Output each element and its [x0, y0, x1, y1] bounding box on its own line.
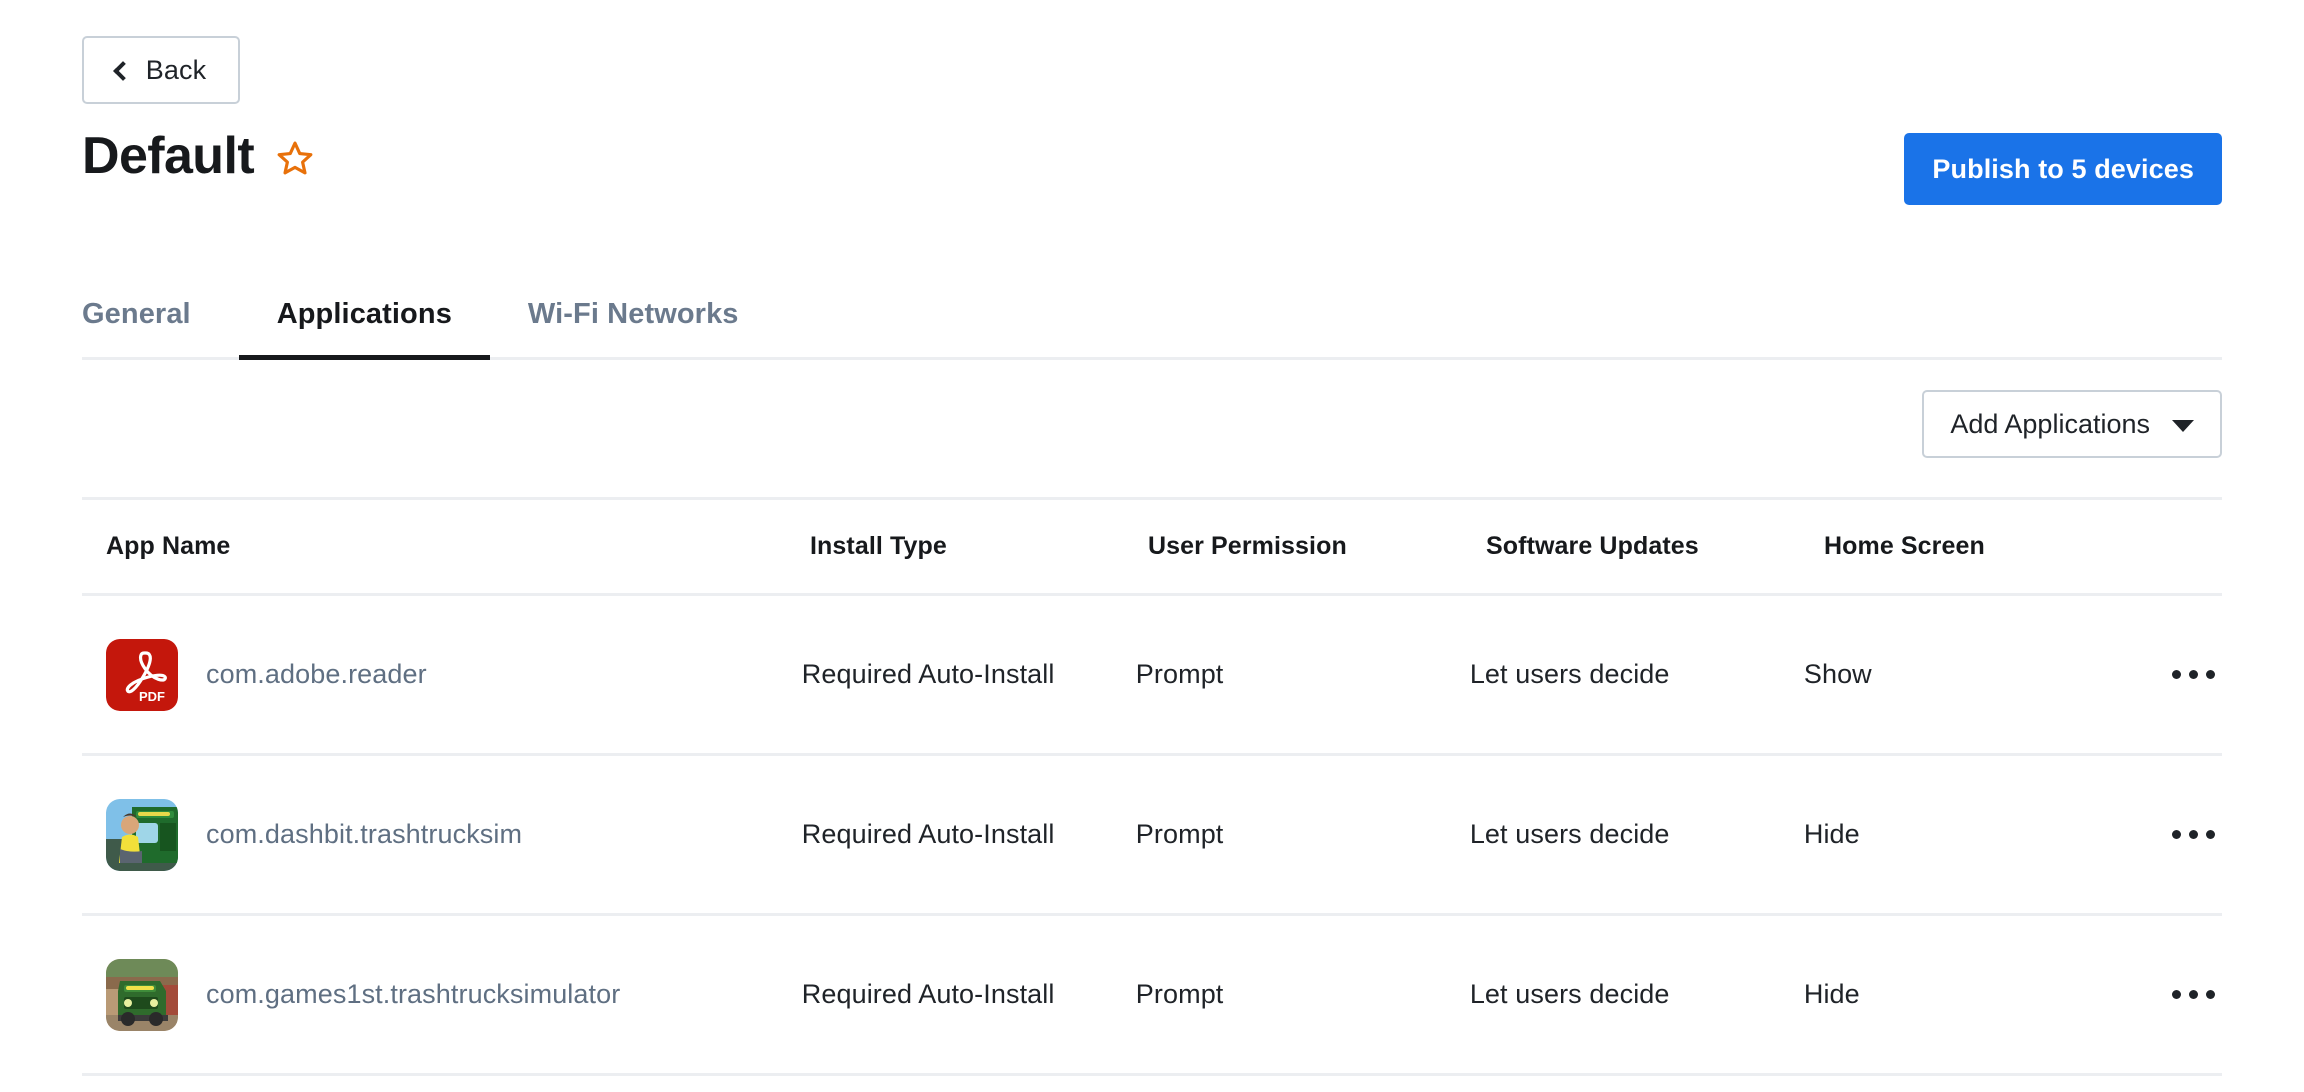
publish-button[interactable]: Publish to 5 devices: [1904, 133, 2222, 205]
cell-app-name: PDF com.adobe.reader: [82, 639, 802, 711]
cell-actions: [2130, 651, 2222, 699]
column-header-software-updates: Software Updates: [1486, 532, 1824, 561]
column-header-install-type: Install Type: [810, 532, 1148, 561]
cell-software-updates: Let users decide: [1470, 659, 1804, 690]
more-horizontal-icon[interactable]: [2166, 811, 2222, 859]
application-settings-page: Back Default Publish to 5 devices Genera…: [0, 0, 2304, 1092]
cell-user-permission: Prompt: [1136, 819, 1470, 850]
cell-user-permission: Prompt: [1136, 659, 1470, 690]
cell-app-name: com.dashbit.trashtrucksim: [82, 799, 802, 871]
settings-tabs: General Applications Wi-Fi Networks: [82, 274, 2222, 360]
cell-software-updates: Let users decide: [1470, 979, 1804, 1010]
cell-install-type: Required Auto-Install: [802, 659, 1136, 690]
chevron-left-icon: [113, 61, 133, 81]
cell-app-name: com.games1st.trashtrucksimulator: [82, 959, 802, 1031]
app-name-link[interactable]: com.adobe.reader: [206, 659, 427, 690]
more-horizontal-icon[interactable]: [2166, 651, 2222, 699]
cell-actions: [2130, 811, 2222, 859]
svg-text:PDF: PDF: [139, 689, 165, 704]
tab-general[interactable]: General: [82, 274, 239, 360]
app-name-link[interactable]: com.games1st.trashtrucksimulator: [206, 979, 620, 1010]
cell-home-screen: Hide: [1804, 979, 2130, 1010]
trash-truck-sim-icon: [106, 799, 178, 871]
column-header-home-screen: Home Screen: [1824, 532, 2154, 561]
cell-home-screen: Show: [1804, 659, 2130, 690]
table-row: com.games1st.trashtrucksimulator Require…: [82, 916, 2222, 1076]
app-name-link[interactable]: com.dashbit.trashtrucksim: [206, 819, 522, 850]
star-outline-icon[interactable]: [276, 135, 314, 177]
column-header-user-permission: User Permission: [1148, 532, 1486, 561]
column-header-app-name: App Name: [82, 532, 810, 561]
cell-user-permission: Prompt: [1136, 979, 1470, 1010]
cell-home-screen: Hide: [1804, 819, 2130, 850]
add-applications-button[interactable]: Add Applications: [1922, 390, 2222, 458]
table-row: PDF com.adobe.reader Required Auto-Insta…: [82, 596, 2222, 756]
back-button[interactable]: Back: [82, 36, 240, 104]
more-horizontal-icon[interactable]: [2166, 971, 2222, 1019]
cell-actions: [2130, 971, 2222, 1019]
cell-install-type: Required Auto-Install: [802, 979, 1136, 1010]
cell-install-type: Required Auto-Install: [802, 819, 1136, 850]
page-title-row: Default: [82, 130, 314, 182]
chevron-down-icon: [2172, 420, 2194, 432]
tab-applications[interactable]: Applications: [239, 274, 490, 360]
page-title: Default: [82, 130, 254, 182]
back-button-label: Back: [146, 55, 206, 86]
applications-table: App Name Install Type User Permission So…: [82, 497, 2222, 1076]
tab-wifi-networks[interactable]: Wi-Fi Networks: [490, 274, 777, 360]
cell-software-updates: Let users decide: [1470, 819, 1804, 850]
table-header-row: App Name Install Type User Permission So…: [82, 500, 2222, 596]
adobe-pdf-reader-icon: PDF: [106, 639, 178, 711]
add-applications-label: Add Applications: [1950, 409, 2150, 440]
trash-truck-simulator-icon: [106, 959, 178, 1031]
table-row: com.dashbit.trashtrucksim Required Auto-…: [82, 756, 2222, 916]
